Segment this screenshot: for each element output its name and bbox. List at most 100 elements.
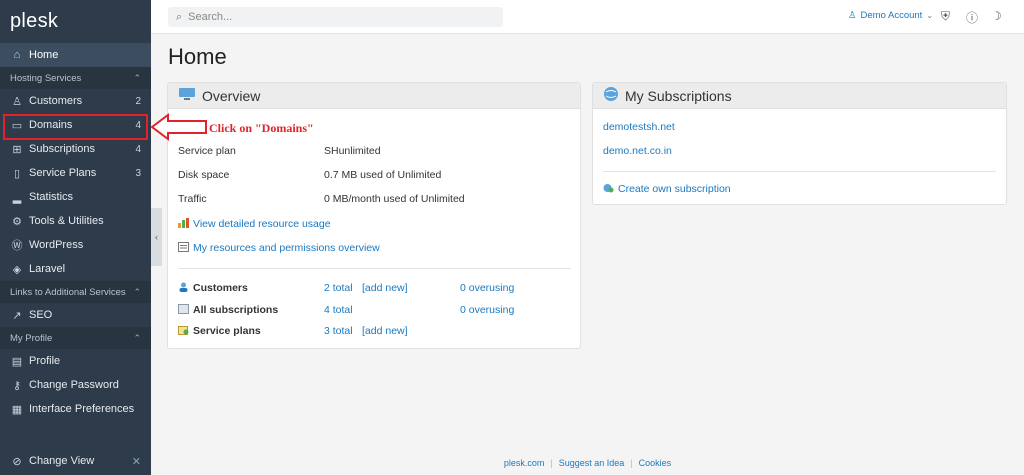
sidebar-item-label: SEO [29, 309, 53, 321]
sidebar-item-label: Home [29, 49, 59, 61]
footer-link-cookies[interactable]: Cookies [639, 458, 672, 468]
sidebar-item-seo[interactable]: ↗ SEO [0, 303, 151, 327]
service-plans-total-link[interactable]: 3 total [324, 325, 353, 337]
sidebar-item-label: Profile [29, 355, 61, 367]
home-icon: ⌂ [13, 49, 21, 61]
sidebar-item-tools-utilities[interactable]: ⚙ Tools & Utilities [0, 209, 151, 233]
help-icon[interactable]: ⓘ [966, 9, 978, 26]
group-hosting-services[interactable]: Hosting Services ⌃ [0, 67, 151, 89]
sidebar: plesk ⌂ Home Hosting Services ⌃ ♙ Custom… [0, 0, 151, 475]
customers-add-new-link[interactable]: [add new] [362, 282, 408, 294]
sidebar-item-label: Tools & Utilities [29, 215, 104, 227]
service-plan-icon [178, 325, 189, 335]
customers-total-link[interactable]: 2 total [324, 282, 353, 294]
overview-title: Overview [202, 87, 261, 104]
resources-permissions-link[interactable]: My resources and permissions overview [178, 242, 380, 254]
user-icon: ♙ [12, 95, 22, 108]
search-placeholder: Search... [188, 11, 233, 23]
sidebar-item-profile[interactable]: ▤ Profile [0, 349, 151, 373]
footer-link-plesk[interactable]: plesk.com [504, 458, 545, 468]
separator: | [550, 458, 553, 468]
laravel-icon: ◈ [12, 263, 22, 276]
group-title: My Profile [10, 332, 53, 344]
list-icon [178, 242, 189, 252]
sidebar-item-interface-preferences[interactable]: ▦ Interface Preferences [0, 397, 151, 421]
group-title: Hosting Services [10, 72, 82, 84]
item-count: 2 [135, 95, 141, 107]
create-subscription-link[interactable]: Create own subscription [603, 183, 731, 195]
sidebar-item-subscriptions[interactable]: ⊞ Subscriptions 4 [0, 137, 151, 161]
seo-icon: ↗ [12, 309, 22, 322]
subscriptions-header: My Subscriptions [593, 83, 1006, 109]
subscription-link[interactable]: demo.net.co.in [603, 145, 672, 157]
annotation-arrow [150, 113, 207, 141]
group-my-profile[interactable]: My Profile ⌃ [0, 327, 151, 349]
link-text: My resources and permissions overview [193, 242, 380, 254]
summary-service-plans-label: Service plans [178, 325, 261, 337]
sidebar-item-statistics[interactable]: ▂ Statistics [0, 185, 151, 209]
search-input[interactable]: ⌕ Search... [168, 7, 503, 27]
sidebar-item-home[interactable]: ⌂ Home [0, 43, 151, 67]
profile-icon: ▤ [11, 355, 23, 368]
chevron-up-icon: ⌃ [133, 72, 141, 83]
summary-label: Customers [193, 282, 248, 294]
subscription-link[interactable]: demotestsh.net [603, 121, 675, 133]
sidebar-item-service-plans[interactable]: ▯ Service Plans 3 [0, 161, 151, 185]
sidebar-item-label: Laravel [29, 263, 66, 275]
change-view-icon: ⊘ [12, 455, 22, 468]
subscriptions-overusing-link[interactable]: 0 overusing [460, 304, 514, 316]
sidebar-item-label: Interface Preferences [29, 403, 135, 415]
link-text: Create own subscription [618, 183, 731, 195]
account-label: Demo Account [860, 10, 923, 21]
top-bar: ⌕ Search... ♙ Demo Account ⌄ ⛨ ⓘ ☽ [151, 0, 1024, 34]
sliders-icon: ⚙ [12, 215, 22, 228]
extensions-icon[interactable]: ⛨ [941, 9, 950, 24]
my-subscriptions-card: My Subscriptions demotestsh.net demo.net… [592, 82, 1007, 205]
sidebar-item-wordpress[interactable]: Ⓦ WordPress [0, 233, 151, 257]
chevron-left-icon: ‹ [155, 232, 158, 242]
plesk-logo[interactable]: plesk [0, 0, 151, 43]
collapse-sidebar-button[interactable]: ‹ [151, 208, 162, 266]
subscription-icon [178, 304, 189, 314]
account-menu[interactable]: ♙ Demo Account ⌄ [848, 10, 933, 21]
key-icon: ⚷ [12, 379, 22, 392]
sidebar-item-label: Change Password [29, 379, 119, 391]
sidebar-item-change-password[interactable]: ⚷ Change Password [0, 373, 151, 397]
summary-subscriptions-label: All subscriptions [178, 304, 278, 316]
close-icon[interactable]: ✕ [132, 455, 141, 468]
preferences-icon: ▦ [11, 403, 23, 416]
change-view-label: Change View [29, 455, 95, 467]
summary-customers-label: Customers [178, 282, 248, 294]
chevron-up-icon: ⌃ [133, 332, 141, 343]
footer-link-suggest[interactable]: Suggest an Idea [559, 458, 625, 468]
traffic-value: 0 MB/month used of Unlimited [324, 193, 465, 205]
sidebar-item-label: WordPress [29, 239, 84, 251]
globe-icon [603, 86, 619, 105]
item-count: 4 [135, 143, 141, 155]
user-icon [178, 282, 189, 292]
item-count: 3 [135, 167, 141, 179]
link-text: View detailed resource usage [193, 218, 331, 230]
grid-icon: ⊞ [12, 143, 22, 156]
group-additional-services[interactable]: Links to Additional Services ⌃ [0, 281, 151, 303]
service-plans-add-new-link[interactable]: [add new] [362, 325, 408, 337]
theme-moon-icon[interactable]: ☽ [991, 9, 1002, 23]
overview-header: Overview [168, 83, 580, 109]
sidebar-item-laravel[interactable]: ◈ Laravel [0, 257, 151, 281]
customers-overusing-link[interactable]: 0 overusing [460, 282, 514, 294]
disk-space-label: Disk space [178, 169, 230, 181]
view-resource-usage-link[interactable]: View detailed resource usage [178, 218, 331, 230]
sidebar-item-label: Customers [29, 95, 83, 107]
traffic-label: Traffic [178, 193, 207, 205]
sidebar-item-label: Service Plans [29, 167, 97, 179]
add-icon [603, 183, 614, 193]
annotation-text: Click on "Domains" [209, 121, 314, 135]
change-view-button[interactable]: ⊘ Change View ✕ [0, 447, 151, 475]
user-icon: ♙ [848, 10, 857, 21]
search-icon: ⌕ [176, 10, 183, 23]
subscriptions-total-link[interactable]: 4 total [324, 304, 353, 316]
sidebar-item-customers[interactable]: ♙ Customers 2 [0, 89, 151, 113]
service-plan-label: Service plan [178, 145, 236, 157]
chevron-up-icon: ⌃ [133, 286, 141, 297]
wordpress-icon: Ⓦ [11, 240, 23, 252]
